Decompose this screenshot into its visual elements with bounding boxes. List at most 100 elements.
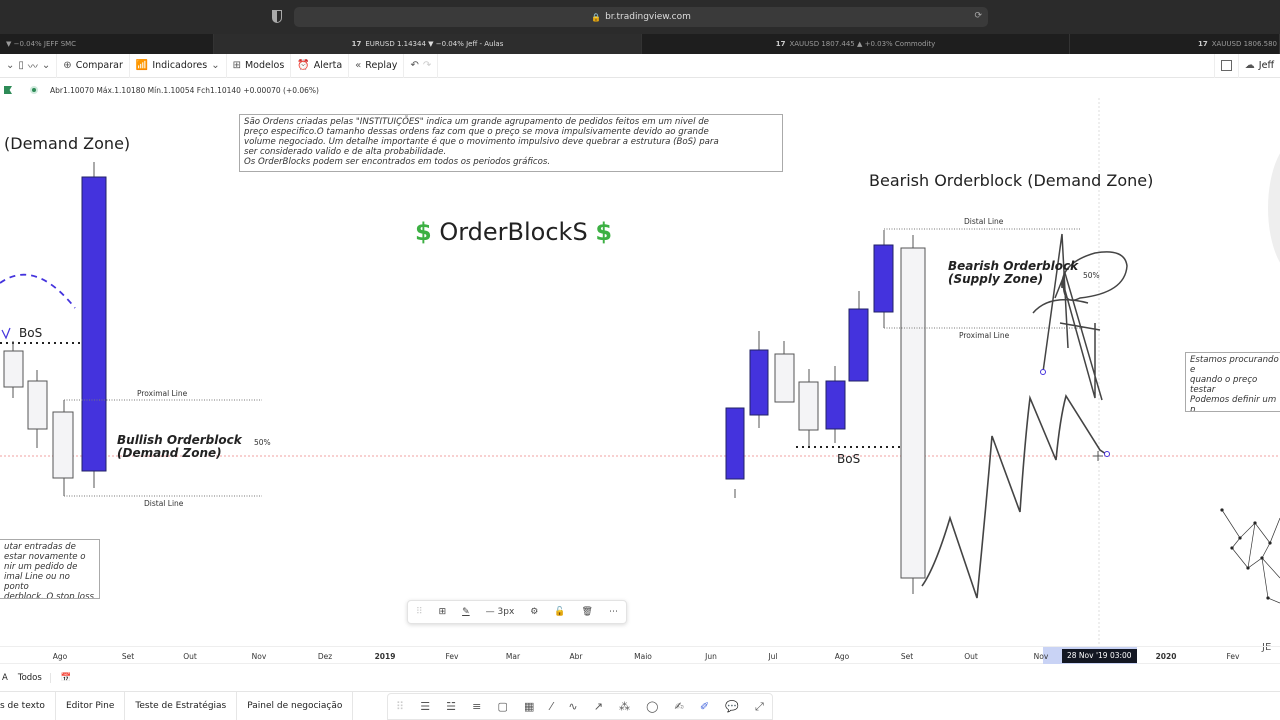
time-tick: Jun (705, 652, 717, 661)
drawing-handle[interactable] (1104, 451, 1110, 457)
settings-gear-icon[interactable]: ⚙ (530, 607, 538, 617)
square-icon (1220, 60, 1232, 71)
right-title: Bearish Orderblock (Demand Zone) (869, 171, 1154, 190)
browser-tab[interactable]: ▼ −0.04% JEFF SMC (0, 34, 214, 54)
text-note-right[interactable]: Estamos procurando e quando o preço test… (1185, 352, 1280, 412)
time-tick: Nov (1033, 652, 1049, 661)
decorative-circle (1268, 153, 1280, 263)
tv-logo-icon: 17 (775, 40, 786, 48)
drag-handle-icon[interactable]: ⠿ (396, 700, 404, 713)
undo-icon[interactable]: ↶ (410, 60, 418, 71)
time-tick: Set (900, 652, 914, 661)
tab-label: EURUSD 1.14344 ▼ −0.04% Jeff - Aulas (365, 40, 504, 48)
main-title: $ OrderBlockS $ (415, 218, 612, 246)
tab-text-notes[interactable]: s de texto (0, 692, 56, 720)
drawing-tools-bar: ⠿ ☰ ☱ ≡ ▢ ▦ ⁄ ∿ ↗ ⁂ ◯ ✍ ✐ 💬 ⤢ (387, 693, 773, 720)
replay-button[interactable]: «Replay (349, 53, 405, 78)
fullscreen-button[interactable] (1213, 53, 1239, 78)
fib-retracement-icon[interactable]: ☰ (420, 700, 430, 713)
compare-button[interactable]: ⊕ Comparar (57, 53, 130, 78)
candle (27, 380, 48, 430)
reload-icon[interactable]: ⟳ (974, 11, 982, 21)
lock-icon[interactable]: 🔓 (554, 607, 565, 617)
layout-name-button[interactable]: ☁ Jeff (1239, 54, 1280, 78)
address-bar[interactable]: 🔒 br.tradingview.com ⟳ (294, 7, 988, 27)
measure-icon[interactable]: ⤢ (755, 700, 764, 714)
highlighter-icon[interactable]: ✐ (700, 700, 709, 713)
candle (900, 247, 926, 579)
time-tick: Ago (52, 652, 68, 661)
ellipse-icon[interactable]: ◯ (646, 700, 658, 713)
line-width-button[interactable]: — 3px (486, 607, 515, 617)
tab-strategy-tester[interactable]: Teste de Estratégias (125, 692, 238, 720)
rectangle-icon[interactable]: ▢ (497, 700, 507, 713)
parallel-channel-icon[interactable]: ≡ (472, 700, 481, 713)
drag-handle-icon[interactable]: ⠿ (416, 607, 423, 617)
text-note-top[interactable]: São Ordens criadas pelas "INSTITUIÇÕES" … (239, 114, 783, 172)
crosshair-cursor-icon (1093, 451, 1103, 461)
distal-label-left: Distal Line (144, 499, 184, 508)
time-tick: Dez (317, 652, 333, 661)
browser-top-bar: 🔒 br.tradingview.com ⟳ (0, 0, 1280, 34)
templates-button[interactable]: ⊞ Modelos (227, 53, 292, 78)
redo-icon[interactable]: ↷ (423, 60, 431, 71)
proximal-label-right: Proximal Line (959, 331, 1010, 340)
shield-icon[interactable] (272, 10, 282, 23)
freehand-price-path[interactable] (921, 394, 1107, 599)
time-tick: Nov (251, 652, 267, 661)
time-tick: Mar (505, 652, 521, 661)
tab-pine-editor[interactable]: Editor Pine (56, 692, 126, 720)
cloud-icon: ☁ (1244, 60, 1255, 71)
network-graphic (1220, 508, 1280, 604)
browser-tab-bar: ▼ −0.04% JEFF SMC 17 EURUSD 1.14344 ▼ −0.… (0, 34, 1280, 54)
candle (81, 176, 107, 472)
candle (3, 350, 24, 388)
pattern-icon[interactable]: ⁂ (619, 700, 630, 713)
time-tick: Abr (569, 652, 583, 661)
goto-date-icon[interactable]: 📅 (51, 673, 82, 683)
fib-extension-icon[interactable]: ☱ (446, 700, 456, 713)
chevron-down-icon: ⌄ (211, 60, 220, 71)
trend-line-icon[interactable]: ⁄ (550, 700, 552, 713)
ohlc-legend: Abr1.10070 Máx.1.10180 Mín.1.10054 Fch1.… (0, 82, 319, 98)
projection-arc (0, 273, 76, 309)
compare-label: Comparar (75, 60, 123, 71)
range-button[interactable]: A (0, 673, 10, 683)
bos-label-right: BoS (837, 452, 861, 466)
candle (873, 244, 894, 313)
trash-icon[interactable]: 🗑 (582, 607, 593, 617)
bos-label-left: BoS (19, 326, 43, 340)
candle (774, 353, 795, 403)
more-icon[interactable]: ⋯ (609, 607, 618, 617)
candle (52, 411, 74, 479)
brush-icon[interactable]: ✍ (675, 700, 684, 713)
grid-icon[interactable]: ▦ (524, 700, 534, 713)
chart-area[interactable]: (Demand Zone) Bearish Orderblock (Demand… (0, 98, 1280, 653)
ray-icon[interactable]: ↗ (594, 700, 603, 713)
pencil-color-icon[interactable]: ✎ (462, 607, 470, 617)
flag-icon[interactable] (4, 86, 12, 94)
path-icon[interactable]: ∿ (568, 700, 577, 713)
chevron-down-icon: ⌄ (6, 60, 15, 71)
template-icon[interactable]: ⊞ (439, 607, 447, 617)
tv-logo-icon: 17 (351, 40, 362, 48)
range-all-button[interactable]: Todos (10, 672, 51, 683)
callout-icon[interactable]: 💬 (725, 700, 739, 713)
check-mark (1, 327, 11, 340)
tab-label: Editor Pine (65, 701, 115, 711)
proximal-label-left: Proximal Line (137, 389, 188, 398)
browser-tab-active[interactable]: 17 EURUSD 1.14344 ▼ −0.04% Jeff - Aulas (214, 34, 642, 54)
text-note-left[interactable]: utar entradas de estar novamente o nir u… (0, 539, 100, 599)
candle (848, 308, 869, 382)
drawing-floating-toolbar: ⠿ ⊞ ✎ — 3px ⚙ 🔓 🗑 ⋯ (407, 600, 627, 624)
browser-tab[interactable]: 17 XAUUSD 1806.580 (1070, 34, 1280, 54)
indicators-button[interactable]: 📶 Indicadores ⌄ (130, 53, 227, 78)
drawing-handle[interactable] (1040, 369, 1046, 375)
alert-button[interactable]: ⏰ Alerta (291, 53, 350, 78)
time-tick: Ago (834, 652, 850, 661)
tab-trading-panel[interactable]: Painel de negociação (237, 692, 354, 720)
chart-type-button[interactable]: ⌄ ▯ 〰 ⌄ (0, 53, 58, 78)
candle (725, 407, 745, 480)
time-axis[interactable]: Ago Set Out Nov Dez 2019 Fev Mar Abr Mai… (0, 646, 1280, 665)
browser-tab[interactable]: 17 XAUUSD 1807.445 ▲ +0.03% Commodity (642, 34, 1070, 54)
